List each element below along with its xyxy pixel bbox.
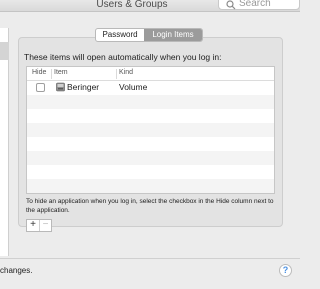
column-header-hide[interactable]: Hide [32,69,46,76]
search-input[interactable] [239,0,299,9]
title-bar: Users & Groups [0,0,300,12]
login-items-table[interactable]: Hide Item Kind Beringer Volume [26,66,275,194]
tab-login-items[interactable]: Login Items [144,29,202,41]
tab-selector: Password Login Items [95,28,203,42]
divider [0,258,300,259]
remove-login-item-button[interactable]: − [39,220,51,231]
login-items-heading: These items will open automatically when… [24,52,222,62]
hide-checkbox[interactable] [36,83,45,92]
table-row-empty [27,109,274,123]
users-sidebar[interactable] [0,28,9,256]
table-header: Hide Item Kind [27,67,274,81]
column-header-kind[interactable]: Kind [119,69,133,76]
hide-help-text: To hide an application when you log in, … [26,198,274,214]
add-login-item-button[interactable]: + [27,220,39,231]
add-remove-buttons: + − [26,219,52,232]
item-kind: Volume [119,82,148,92]
table-row-empty [27,165,274,179]
column-divider [116,69,117,79]
column-header-item[interactable]: Item [54,69,68,76]
table-row-empty [27,137,274,151]
item-name: Beringer [67,82,100,92]
search-icon [226,0,236,10]
table-row-empty [27,95,274,109]
column-divider [51,69,52,79]
window-title: Users & Groups [96,0,168,10]
help-button[interactable]: ? [279,264,292,277]
table-row-empty [27,123,274,137]
lock-message: changes. [0,266,33,275]
search-field[interactable] [218,0,300,10]
sidebar-selected-user[interactable] [0,42,9,60]
table-row[interactable]: Beringer Volume [27,81,274,95]
table-row-empty [27,179,274,193]
tab-password[interactable]: Password [96,29,144,41]
table-row-empty [27,151,274,165]
drive-icon [56,82,65,92]
